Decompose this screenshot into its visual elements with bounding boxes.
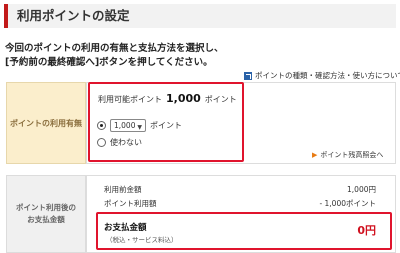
points-highlight-box — [88, 82, 244, 162]
instruction-line-1: 今回のポイントの利用の有無と支払方法を選択し、 — [5, 43, 224, 54]
price-before-value: 1,000円 — [347, 185, 376, 194]
price-before-label: 利用前金額 — [104, 185, 142, 194]
instruction-line-2: [予約前の最終確認へ]ボタンを押してください。 — [5, 57, 213, 68]
triangle-arrow-icon: ▶ — [312, 151, 318, 159]
total-label: お支払金額 — [104, 223, 147, 233]
points-history-link-label: ポイント残高照会へ — [320, 151, 384, 159]
total-note: （税込・サービス料込） — [106, 236, 178, 244]
points-usage-label: ポイントの利用有無 — [6, 82, 86, 164]
price-before-row: 利用前金額 1,000円 — [104, 184, 384, 195]
total-value: 0円 — [357, 224, 376, 237]
instruction-text: 今回のポイントの利用の有無と支払方法を選択し、 [予約前の最終確認へ]ボタンを押… — [5, 42, 395, 70]
payment-after-points-label: ポイント利用後の お支払金額 — [6, 175, 86, 253]
help-link[interactable]: ポイントの種類・確認方法・使い方について — [244, 70, 400, 81]
points-usage-label-text: ポイントの利用有無 — [10, 118, 82, 128]
points-used-row: ポイント利用額 - 1,000ポイント — [104, 198, 384, 209]
payment-label-line-2: お支払金額 — [27, 215, 65, 224]
external-link-icon — [244, 71, 252, 80]
points-used-label: ポイント利用額 — [104, 199, 157, 208]
help-link-label: ポイントの種類・確認方法・使い方について — [255, 71, 400, 80]
points-history-link[interactable]: ▶ ポイント残高照会へ — [312, 150, 383, 160]
page-title: 利用ポイントの設定 — [4, 4, 396, 28]
points-used-value: - 1,000ポイント — [319, 199, 376, 208]
payment-label-line-1: ポイント利用後の — [16, 203, 76, 212]
